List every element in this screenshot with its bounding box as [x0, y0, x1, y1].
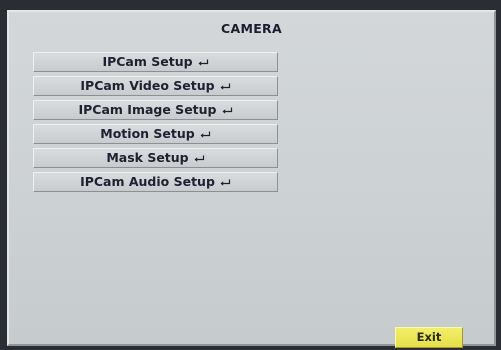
dvr-screen: CAMERA IPCam Setup IPCam Video Setup IPC… — [0, 0, 501, 350]
enter-icon — [222, 107, 233, 115]
enter-icon — [194, 155, 205, 163]
menu-item-mask-setup[interactable]: Mask Setup — [33, 148, 278, 168]
menu-item-ipcam-setup[interactable]: IPCam Setup — [33, 52, 278, 72]
menu-item-label: IPCam Audio Setup — [80, 174, 215, 189]
enter-icon — [198, 59, 209, 67]
menu-item-ipcam-image-setup[interactable]: IPCam Image Setup — [33, 100, 278, 120]
menu-item-label: IPCam Video Setup — [80, 78, 215, 93]
menu-item-label: IPCam Setup — [102, 54, 193, 69]
menu-item-ipcam-audio-setup[interactable]: IPCam Audio Setup — [33, 172, 278, 192]
exit-button[interactable]: Exit — [395, 327, 463, 348]
camera-menu-list: IPCam Setup IPCam Video Setup IPCam Imag… — [33, 52, 278, 196]
camera-menu-panel: CAMERA IPCam Setup IPCam Video Setup IPC… — [7, 10, 496, 348]
enter-icon — [200, 131, 211, 139]
page-title: CAMERA — [221, 21, 282, 36]
menu-item-motion-setup[interactable]: Motion Setup — [33, 124, 278, 144]
menu-item-ipcam-video-setup[interactable]: IPCam Video Setup — [33, 76, 278, 96]
menu-item-label: IPCam Image Setup — [78, 102, 217, 117]
menu-item-label: Mask Setup — [106, 150, 189, 165]
enter-icon — [220, 179, 231, 187]
menu-item-label: Motion Setup — [100, 126, 195, 141]
enter-icon — [220, 83, 231, 91]
